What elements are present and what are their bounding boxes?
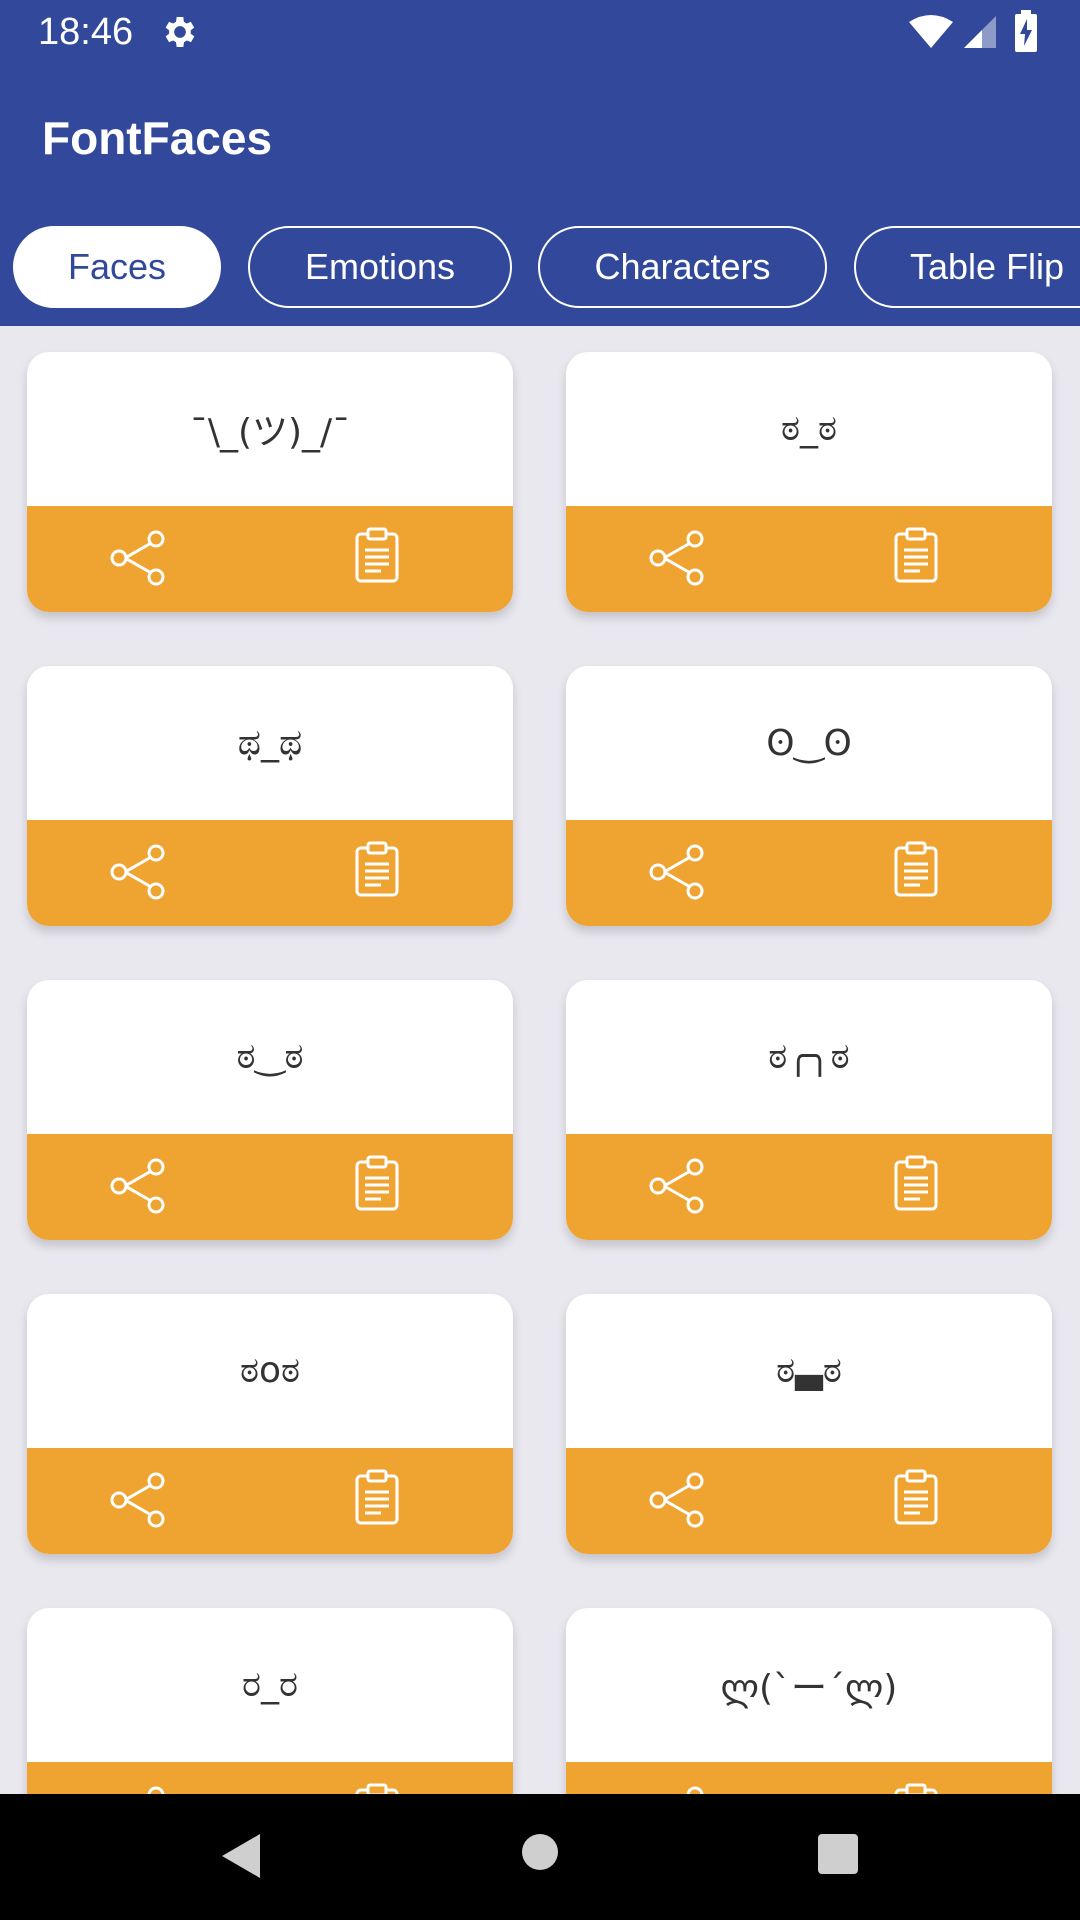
share-icon[interactable]: [648, 528, 708, 588]
tab-characters[interactable]: Characters: [538, 226, 827, 308]
face-card[interactable]: ಠ_ಠ: [566, 352, 1052, 612]
face-card[interactable]: ಠoಠ: [27, 1294, 513, 1554]
card-actions: [27, 1134, 513, 1240]
face-text: ಠ╭╮ಠ: [768, 1036, 850, 1077]
tab-faces[interactable]: Faces: [13, 226, 221, 308]
card-actions: [566, 1762, 1052, 1794]
share-icon[interactable]: [648, 842, 708, 902]
back-icon[interactable]: [220, 1832, 262, 1880]
face-text: ಠ‿ಠ: [236, 1036, 304, 1077]
app-header: 18:46 FontFaces Faces Emotions Character…: [0, 0, 1080, 326]
face-card[interactable]: ʘ‿ʘ: [566, 666, 1052, 926]
gear-icon: [165, 17, 195, 47]
clipboard-icon[interactable]: [353, 526, 401, 584]
wifi-icon: [909, 15, 953, 48]
face-text: ಠ▃ಠ: [776, 1350, 842, 1391]
clipboard-icon[interactable]: [353, 1782, 401, 1794]
card-actions: [27, 1448, 513, 1554]
system-nav-bar: [0, 1794, 1080, 1920]
status-bar: 18:46: [0, 0, 1080, 66]
status-time: 18:46: [38, 11, 134, 53]
face-card[interactable]: ರ_ರ: [27, 1608, 513, 1794]
battery-icon: [1015, 10, 1037, 52]
recents-icon[interactable]: [818, 1834, 858, 1874]
signal-icon: [964, 16, 996, 48]
face-card[interactable]: ಠ╭╮ಠ: [566, 980, 1052, 1240]
faces-grid: ¯\_(ツ)_/¯ ಠ_ಠ ಥ_ಥ ʘ‿ʘ ಠ‿ಠ ಠ╭╮ಠ ಠoಠ ಠ▃ಠ ರ_ರ ლ(`ー´ლ…: [0, 326, 1080, 1794]
share-icon[interactable]: [648, 1784, 708, 1794]
card-actions: [566, 1134, 1052, 1240]
tab-emotions[interactable]: Emotions: [248, 226, 512, 308]
clipboard-icon[interactable]: [353, 1468, 401, 1526]
face-text: ಠ_ಠ: [780, 408, 838, 449]
clipboard-icon[interactable]: [892, 526, 940, 584]
clipboard-icon[interactable]: [353, 840, 401, 898]
face-text: ¯\_(ツ)_/¯: [189, 412, 351, 453]
card-actions: [566, 1448, 1052, 1554]
face-text: ಠoಠ: [239, 1350, 301, 1391]
share-icon[interactable]: [109, 842, 169, 902]
home-icon[interactable]: [522, 1834, 558, 1870]
face-card[interactable]: ಠ▃ಠ: [566, 1294, 1052, 1554]
clipboard-icon[interactable]: [353, 1154, 401, 1212]
share-icon[interactable]: [109, 1470, 169, 1530]
card-actions: [27, 820, 513, 926]
share-icon[interactable]: [648, 1470, 708, 1530]
share-icon[interactable]: [648, 1156, 708, 1216]
card-actions: [566, 820, 1052, 926]
tab-table-flip[interactable]: Table Flip: [854, 226, 1080, 308]
card-actions: [27, 506, 513, 612]
share-icon[interactable]: [109, 528, 169, 588]
face-text: ლ(`ー´ლ): [720, 1668, 898, 1709]
share-icon[interactable]: [109, 1784, 169, 1794]
face-card[interactable]: ಥ_ಥ: [27, 666, 513, 926]
face-card[interactable]: ¯\_(ツ)_/¯: [27, 352, 513, 612]
app-title: FontFaces: [42, 112, 273, 164]
clipboard-icon[interactable]: [892, 840, 940, 898]
card-actions: [566, 506, 1052, 612]
face-text: ʘ‿ʘ: [766, 722, 852, 764]
clipboard-icon[interactable]: [892, 1468, 940, 1526]
face-card[interactable]: ಠ‿ಠ: [27, 980, 513, 1240]
card-actions: [27, 1762, 513, 1794]
face-text: ರ_ರ: [241, 1664, 299, 1705]
clipboard-icon[interactable]: [892, 1154, 940, 1212]
face-card[interactable]: ლ(`ー´ლ): [566, 1608, 1052, 1794]
face-text: ಥ_ಥ: [237, 722, 303, 763]
share-icon[interactable]: [109, 1156, 169, 1216]
tab-bar: Faces Emotions Characters Table Flip: [0, 226, 1080, 310]
clipboard-icon[interactable]: [892, 1782, 940, 1794]
